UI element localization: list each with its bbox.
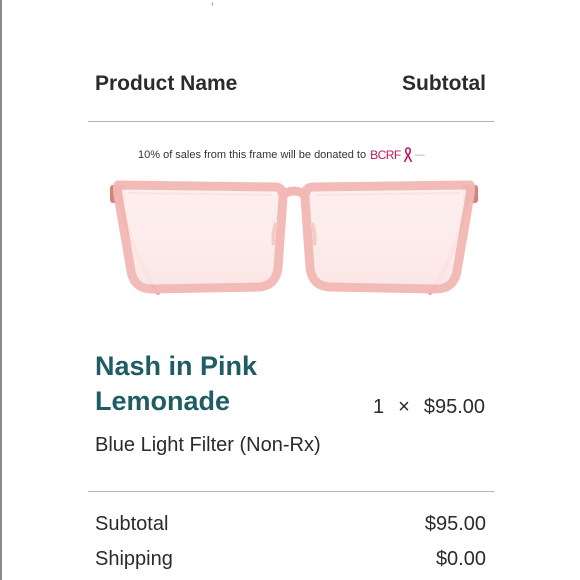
product-name-column-header: Product Name [95,72,238,95]
donation-banner: 10% of sales from this frame will be don… [138,147,431,163]
bcrf-logo-subtext: ▪▪▪▪ ▪▪▪▪ ▪▪▪ ▪▪▪▪ [414,153,425,157]
subtotal-value: $95.00 [424,513,486,535]
shipping-value: $0.00 [435,548,486,570]
bcrf-logo: BCRF ▪▪▪▪ ▪▪▪▪ ▪▪▪ ▪▪▪▪ [370,147,431,163]
subtotal-row: Subtotal $95.00 [95,513,486,536]
shipping-row: Shipping $0.00 [95,548,486,571]
order-summary-page: ` , Product Name Subtotal 10% of sales f… [0,0,580,580]
donation-text: 10% of sales from this frame will be don… [138,149,367,161]
line-item-price: $95.00 [423,396,485,418]
bcrf-logo-text: BCRF [370,148,401,162]
times-symbol: × [398,396,410,418]
quantity-value: 1 [373,396,385,418]
totals-divider [88,491,494,492]
pink-ribbon-icon [403,147,412,163]
subtotal-column-header: Subtotal [402,72,486,95]
subtotal-label: Subtotal [95,513,169,535]
left-border [0,0,2,580]
shipping-label: Shipping [95,548,173,570]
table-header: Product Name Subtotal [95,72,486,96]
product-variant: Blue Light Filter (Non-Rx) [95,434,321,456]
header-divider [88,121,494,122]
eyeglasses-frame-icon [110,180,478,295]
cropped-text-fragment: ` , [200,0,215,7]
line-item-quantity-price: 1 × $95.00 [373,396,485,419]
product-name-link[interactable]: Nash in Pink Lemonade [95,349,315,419]
product-image[interactable]: 10% of sales from this frame will be don… [104,135,484,310]
